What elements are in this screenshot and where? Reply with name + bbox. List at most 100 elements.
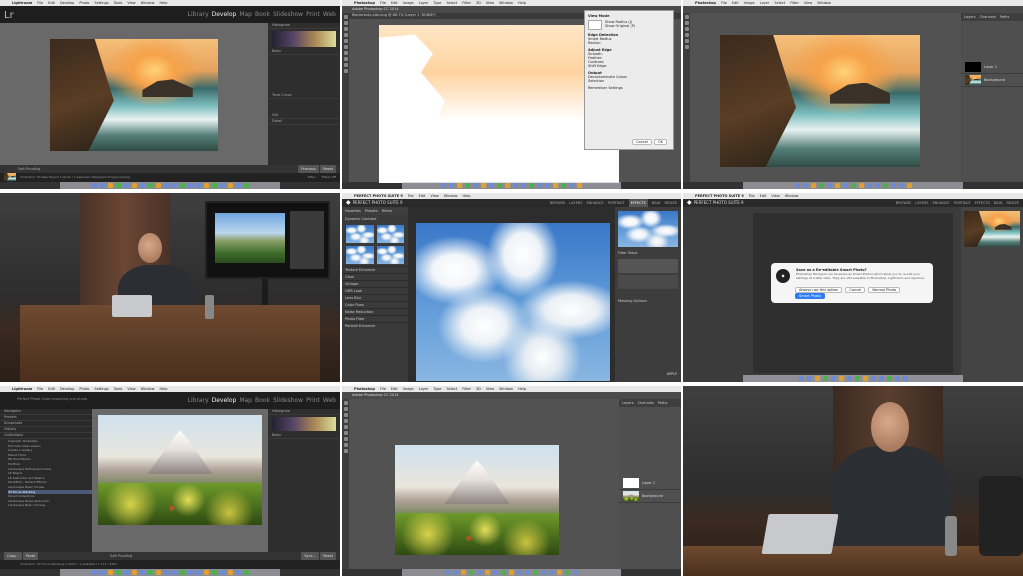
mac-app-name[interactable]: PERFECT PHOTO SUITE 9 [354, 194, 403, 198]
crop-tool-icon[interactable] [343, 425, 348, 429]
tab-favorites[interactable]: Favorites [345, 209, 361, 213]
lasso-tool-icon[interactable] [343, 27, 348, 31]
module-develop[interactable]: Develop [212, 397, 237, 404]
slider[interactable] [272, 453, 336, 457]
menu-filter[interactable]: Filter [790, 1, 799, 5]
lasso-tool-icon[interactable] [684, 27, 689, 31]
slider[interactable] [272, 477, 336, 481]
mac-app-name[interactable]: Photoshop [354, 1, 375, 5]
menu-edit[interactable]: Edit [391, 1, 398, 5]
menu-layer[interactable]: Layer [419, 387, 429, 391]
nav-layers[interactable]: LAYERS [915, 199, 928, 207]
slider[interactable] [272, 75, 336, 79]
nav-layers[interactable]: LAYERS [569, 199, 582, 207]
menu-help[interactable]: Help [159, 1, 167, 5]
menu-develop[interactable]: Develop [60, 387, 74, 391]
tab-channels[interactable]: Channels [638, 401, 654, 405]
module-web[interactable]: Web [323, 397, 336, 404]
type-tool-icon[interactable] [343, 449, 348, 453]
module-map[interactable]: Map [239, 397, 252, 404]
preset-category[interactable]: Color Fixes [342, 301, 408, 308]
radius-param[interactable]: Radius: [588, 41, 670, 45]
menu-photo[interactable]: Photo [79, 1, 89, 5]
tab-filters[interactable]: Filters [382, 209, 393, 213]
menu-develop[interactable]: Develop [60, 1, 74, 5]
preset-category[interactable]: Photo Filter [342, 315, 408, 322]
menu-file[interactable]: File [37, 1, 43, 5]
filter-dropdown[interactable]: Filters Off [322, 175, 336, 179]
module-print[interactable]: Print [306, 11, 320, 18]
menu-window[interactable]: Window [785, 194, 799, 198]
preset-thumb[interactable] [376, 246, 404, 264]
filmstrip-thumb[interactable] [4, 173, 16, 181]
menu-image[interactable]: Image [744, 1, 755, 5]
apply-button[interactable]: APPLY [667, 372, 677, 376]
brush-tool-icon[interactable] [343, 45, 348, 49]
menu-edit[interactable]: Edit [760, 194, 767, 198]
tab-paths[interactable]: Paths [1000, 15, 1010, 19]
menu-image[interactable]: Image [403, 1, 414, 5]
panel-detail[interactable]: Detail [268, 119, 340, 125]
mac-app-name[interactable]: Lightroom [12, 387, 32, 391]
eraser-tool-icon[interactable] [343, 51, 348, 55]
panel-tone-curve[interactable]: Tone Curve [268, 93, 340, 99]
menu-window[interactable]: Window [499, 1, 513, 5]
menu-view[interactable]: View [430, 194, 438, 198]
preset-thumb[interactable] [376, 225, 404, 243]
menu-settings[interactable]: Settings [94, 387, 108, 391]
slider[interactable] [272, 465, 336, 469]
preset-category[interactable]: Texture Enhancer [342, 266, 408, 273]
lasso-tool-icon[interactable] [343, 413, 348, 417]
filter-layer[interactable] [618, 259, 678, 273]
menu-window[interactable]: Window [499, 387, 513, 391]
remember-settings-check[interactable]: Remember Settings [588, 86, 670, 90]
slider[interactable] [272, 81, 336, 85]
menu-window[interactable]: Window [817, 1, 831, 5]
preset-category[interactable]: Noise Reduction [342, 308, 408, 315]
slider[interactable] [272, 101, 336, 105]
layer-row[interactable]: Background [961, 74, 1023, 87]
menu-view[interactable]: View [804, 1, 812, 5]
panel-basic[interactable]: Basic [268, 49, 340, 55]
module-map[interactable]: Map [239, 11, 252, 18]
sync-button[interactable]: Sync... [301, 552, 320, 560]
pen-tool-icon[interactable] [343, 443, 348, 447]
menu-file[interactable]: File [749, 194, 755, 198]
menu-select[interactable]: Select [446, 387, 457, 391]
reset-button[interactable]: Reset [320, 552, 336, 560]
module-slideshow[interactable]: Slideshow [273, 11, 303, 18]
nav-browse[interactable]: BROWSE [550, 199, 565, 207]
menu-select[interactable]: Select [774, 1, 785, 5]
mac-app-name[interactable]: Lightroom [12, 1, 32, 5]
menu-view[interactable]: View [486, 1, 494, 5]
menu-3d[interactable]: 3D [476, 1, 481, 5]
mac-app-name[interactable]: Photoshop [695, 1, 716, 5]
module-web[interactable]: Web [323, 11, 336, 18]
nav-effects[interactable]: EFFECTS [975, 199, 990, 207]
menu-view[interactable]: View [486, 387, 494, 391]
marquee-tool-icon[interactable] [684, 21, 689, 25]
menu-type[interactable]: Type [433, 1, 441, 5]
menu-window[interactable]: Window [444, 194, 458, 198]
menu-layer[interactable]: Layer [419, 1, 429, 5]
menu-filter[interactable]: Filter [462, 387, 471, 391]
module-library[interactable]: Library [188, 397, 209, 404]
nav-enhance[interactable]: ENHANCE [932, 199, 949, 207]
tab-paths[interactable]: Paths [658, 401, 668, 405]
menu-edit[interactable]: Edit [48, 1, 55, 5]
preset-category[interactable]: Dynamic Contrast [342, 215, 408, 223]
nav-resize[interactable]: RESIZE [1006, 199, 1019, 207]
layer-row[interactable]: Layer 1 [961, 61, 1023, 74]
pen-tool-icon[interactable] [343, 63, 348, 67]
type-tool-icon[interactable] [343, 69, 348, 73]
menu-view[interactable]: View [127, 1, 135, 5]
crop-tool-icon[interactable] [684, 33, 689, 37]
move-tool-icon[interactable] [343, 401, 348, 405]
view-mode-thumb[interactable] [588, 20, 602, 30]
menu-window[interactable]: Window [141, 387, 155, 391]
move-tool-icon[interactable] [684, 15, 689, 19]
menu-photo[interactable]: Photo [79, 387, 89, 391]
nav-portrait[interactable]: PORTRAIT [608, 199, 625, 207]
menu-file[interactable]: File [380, 1, 386, 5]
normal-photo-button[interactable]: Normal Photo [868, 287, 901, 293]
